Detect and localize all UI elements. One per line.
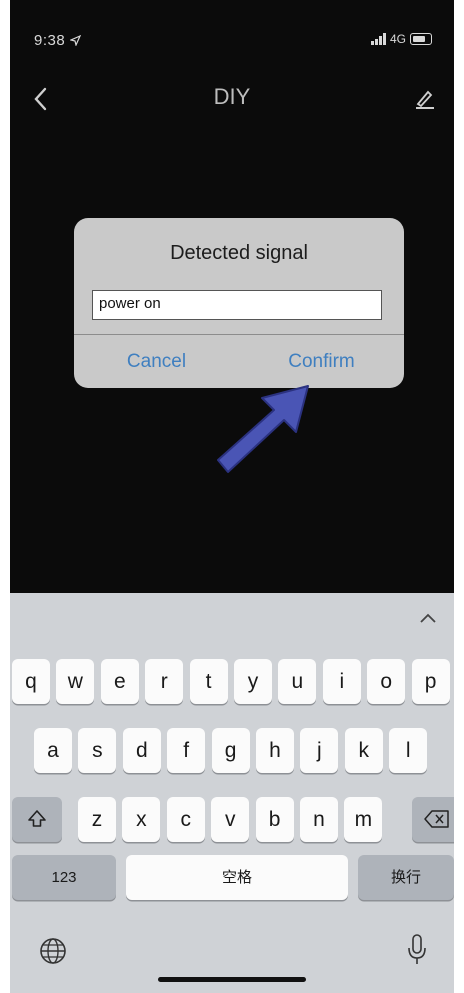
status-time: 9:38 bbox=[34, 32, 66, 49]
status-time-group: 9:38 bbox=[34, 32, 82, 49]
key-w[interactable]: w bbox=[56, 659, 95, 704]
battery-icon bbox=[410, 33, 432, 45]
key-label: e bbox=[113, 670, 126, 693]
key-l[interactable]: l bbox=[389, 728, 428, 773]
key-label: t bbox=[205, 670, 212, 693]
key-label: x bbox=[136, 808, 147, 831]
key-label: r bbox=[160, 670, 168, 693]
location-arrow-icon bbox=[69, 34, 82, 47]
home-indicator[interactable] bbox=[158, 977, 306, 982]
shift-icon bbox=[28, 810, 46, 827]
app-screen: 9:38 4G DIY Detected signal power on Can… bbox=[10, 0, 454, 993]
key-label: h bbox=[269, 739, 281, 762]
key-label: f bbox=[183, 739, 190, 762]
status-right: 4G bbox=[370, 32, 432, 46]
key-label: k bbox=[358, 739, 370, 762]
key-s[interactable]: s bbox=[78, 728, 117, 773]
key-c[interactable]: c bbox=[166, 797, 205, 842]
key-label: d bbox=[135, 739, 148, 762]
key-label: c bbox=[180, 808, 192, 831]
key-label: z bbox=[91, 808, 103, 831]
key-label: q bbox=[25, 670, 37, 693]
numbers-key-label: 123 bbox=[51, 869, 77, 886]
key-v[interactable]: v bbox=[211, 797, 250, 842]
key-i[interactable]: i bbox=[322, 659, 361, 704]
key-r[interactable]: r bbox=[145, 659, 184, 704]
key-a[interactable]: a bbox=[34, 728, 72, 773]
key-label: i bbox=[339, 670, 345, 693]
mic-icon[interactable] bbox=[406, 933, 428, 967]
key-label: p bbox=[424, 670, 437, 693]
network-type: 4G bbox=[389, 32, 406, 46]
key-label: n bbox=[313, 808, 325, 831]
key-j[interactable]: j bbox=[300, 728, 339, 773]
key-u[interactable]: u bbox=[278, 659, 317, 704]
globe-icon[interactable] bbox=[38, 936, 68, 966]
return-key-label: 换行 bbox=[390, 869, 421, 886]
key-z[interactable]: z bbox=[78, 797, 116, 842]
key-y[interactable]: y bbox=[234, 659, 272, 704]
key-label: u bbox=[291, 670, 304, 693]
keyboard: q w e r t y u i o p a s d f g h j k l z x c v b n m 123 空格 换行 bbox=[10, 593, 454, 993]
key-label: m bbox=[354, 808, 373, 831]
status-bar: 9:38 4G bbox=[10, 0, 454, 70]
key-x[interactable]: x bbox=[122, 797, 161, 842]
key-e[interactable]: e bbox=[100, 659, 139, 704]
key-label: b bbox=[268, 808, 281, 831]
signal-icon bbox=[370, 33, 386, 45]
delete-icon bbox=[424, 810, 449, 828]
shift-key[interactable] bbox=[12, 797, 62, 842]
key-f[interactable]: f bbox=[167, 728, 206, 773]
key-g[interactable]: g bbox=[211, 728, 250, 773]
edit-icon[interactable] bbox=[410, 84, 438, 112]
key-label: a bbox=[47, 739, 59, 762]
detected-signal-dialog: Detected signal power on Cancel Confirm bbox=[74, 218, 404, 388]
delete-key[interactable] bbox=[412, 797, 454, 842]
key-k[interactable]: k bbox=[344, 728, 383, 773]
signal-name-input[interactable]: power on bbox=[92, 290, 382, 320]
space-key[interactable]: 空格 bbox=[126, 855, 348, 900]
key-label: g bbox=[224, 739, 237, 762]
return-key[interactable]: 换行 bbox=[358, 855, 454, 900]
key-label: j bbox=[317, 739, 322, 762]
key-o[interactable]: o bbox=[367, 659, 406, 704]
key-label: v bbox=[224, 808, 236, 831]
key-h[interactable]: h bbox=[256, 728, 294, 773]
pointer-arrow-icon bbox=[217, 385, 309, 473]
numbers-key[interactable]: 123 bbox=[12, 855, 116, 900]
key-label: w bbox=[67, 670, 83, 693]
chevron-up-icon[interactable] bbox=[418, 611, 438, 625]
key-label: o bbox=[380, 670, 393, 693]
key-d[interactable]: d bbox=[122, 728, 161, 773]
key-t[interactable]: t bbox=[189, 659, 228, 704]
page-title: DIY bbox=[213, 84, 251, 109]
key-p[interactable]: p bbox=[411, 659, 450, 704]
nav-bar: DIY bbox=[10, 70, 454, 120]
key-m[interactable]: m bbox=[344, 797, 383, 842]
phone-frame: 9:38 4G DIY Detected signal power on Can… bbox=[0, 0, 464, 993]
key-q[interactable]: q bbox=[12, 659, 50, 704]
key-label: y bbox=[247, 670, 259, 693]
key-b[interactable]: b bbox=[255, 797, 294, 842]
key-n[interactable]: n bbox=[300, 797, 338, 842]
dialog-divider bbox=[74, 334, 404, 335]
key-label: l bbox=[405, 739, 411, 762]
key-label: s bbox=[92, 739, 103, 762]
dialog-title: Detected signal bbox=[170, 242, 308, 264]
space-key-label: 空格 bbox=[221, 869, 252, 886]
